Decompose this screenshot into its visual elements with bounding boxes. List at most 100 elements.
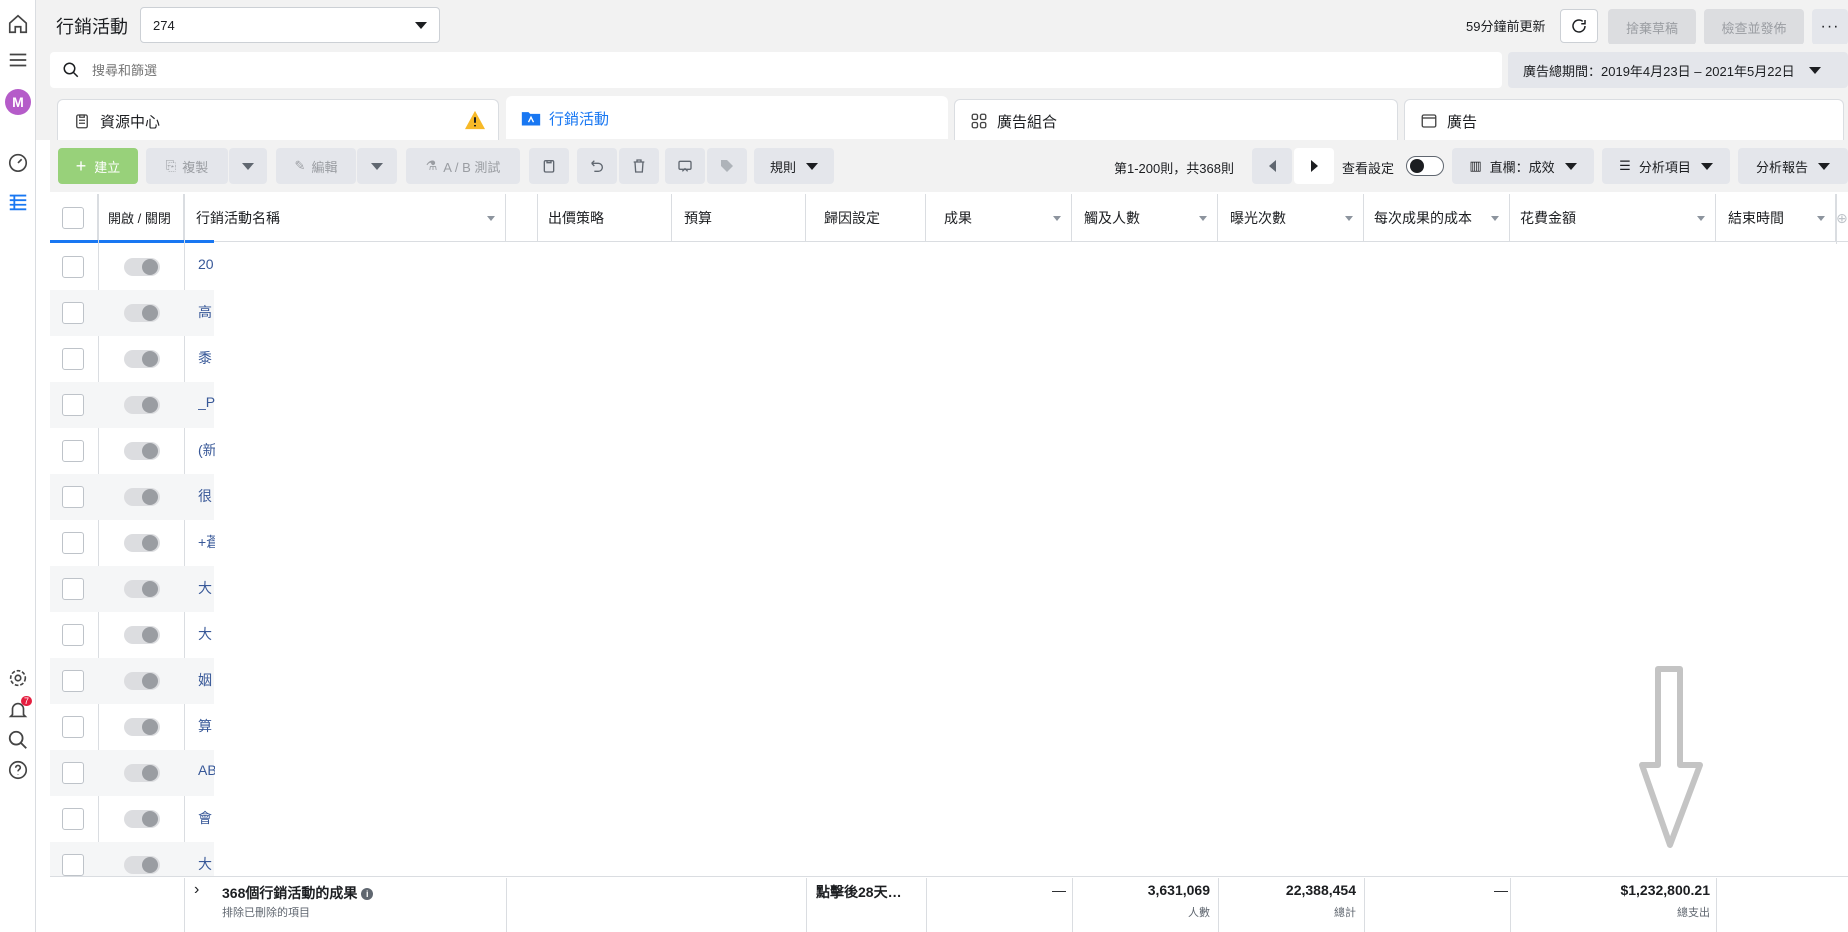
table-view-icon[interactable] bbox=[4, 188, 32, 216]
help-icon[interactable] bbox=[4, 756, 32, 784]
view-settings-toggle[interactable] bbox=[1406, 156, 1444, 176]
move-button[interactable] bbox=[665, 148, 705, 184]
edit-dropdown-button[interactable] bbox=[357, 148, 397, 184]
row-checkbox[interactable] bbox=[62, 854, 84, 876]
column-header-cost-per-result[interactable]: 每次成果的成本 bbox=[1364, 194, 1510, 242]
campaign-name-link[interactable]: 會 bbox=[198, 808, 216, 828]
column-header-impressions[interactable]: 曝光次數 bbox=[1218, 194, 1364, 242]
row-checkbox[interactable] bbox=[62, 348, 84, 370]
warning-icon[interactable] bbox=[464, 110, 486, 134]
row-toggle[interactable] bbox=[124, 488, 160, 506]
tag-button[interactable] bbox=[707, 148, 747, 184]
columns-button[interactable]: ▥ 直欄：成效 bbox=[1452, 148, 1594, 184]
row-checkbox[interactable] bbox=[62, 762, 84, 784]
add-column-icon[interactable]: ⊕ bbox=[1836, 194, 1848, 242]
column-header-reach[interactable]: 觸及人數 bbox=[1072, 194, 1218, 242]
search-input[interactable] bbox=[92, 62, 1292, 78]
row-checkbox[interactable] bbox=[62, 578, 84, 600]
row-checkbox[interactable] bbox=[62, 670, 84, 692]
tab-resource-center[interactable]: 資源中心 bbox=[57, 99, 499, 142]
reports-button[interactable]: 分析報告 bbox=[1738, 148, 1848, 184]
row-checkbox[interactable] bbox=[62, 808, 84, 830]
breakdown-button[interactable]: ☰ 分析項目 bbox=[1602, 148, 1730, 184]
row-toggle[interactable] bbox=[124, 672, 160, 690]
search-rail-icon[interactable] bbox=[4, 726, 32, 754]
row-checkbox[interactable] bbox=[62, 394, 84, 416]
info-icon[interactable]: i bbox=[361, 888, 374, 901]
row-toggle[interactable] bbox=[124, 396, 160, 414]
campaign-name-link[interactable]: 很 bbox=[198, 486, 216, 506]
next-page-button[interactable] bbox=[1294, 148, 1334, 184]
campaign-name-link[interactable]: 大 bbox=[198, 854, 216, 874]
campaign-name-link[interactable]: 黍 bbox=[198, 348, 216, 368]
left-rail: M 7 bbox=[0, 0, 36, 932]
column-header-end-time[interactable]: 結束時間 bbox=[1716, 194, 1836, 242]
delete-button[interactable] bbox=[619, 148, 659, 184]
row-toggle[interactable] bbox=[124, 856, 160, 874]
row-toggle[interactable] bbox=[124, 534, 160, 552]
date-range-picker[interactable]: 廣告總期間：2019年4月23日 – 2021年5月22日 bbox=[1508, 52, 1848, 88]
chevron-down-icon bbox=[806, 162, 818, 170]
account-select[interactable]: 274 bbox=[140, 7, 440, 43]
duplicate-button[interactable]: ⎘ 複製 bbox=[146, 148, 228, 184]
more-options-button[interactable]: ··· bbox=[1812, 9, 1848, 45]
column-header-toggle[interactable]: 開啟 / 關閉 bbox=[98, 194, 184, 242]
settings-icon[interactable] bbox=[4, 664, 32, 692]
select-all-checkbox[interactable] bbox=[62, 207, 84, 229]
campaign-name-link[interactable]: 20 bbox=[198, 256, 216, 272]
column-header-budget[interactable]: 預算 bbox=[672, 194, 806, 242]
avatar[interactable]: M bbox=[4, 88, 32, 116]
menu-icon[interactable] bbox=[4, 46, 32, 74]
campaign-name-link[interactable]: 大 bbox=[198, 624, 216, 644]
row-checkbox[interactable] bbox=[62, 624, 84, 646]
search-box[interactable] bbox=[50, 52, 1502, 88]
tab-ad-sets[interactable]: 廣告組合 bbox=[954, 99, 1398, 142]
row-toggle[interactable] bbox=[124, 442, 160, 460]
campaign-name-link[interactable]: 姻 bbox=[198, 670, 216, 690]
row-toggle[interactable] bbox=[124, 304, 160, 322]
row-toggle[interactable] bbox=[124, 764, 160, 782]
previous-page-button[interactable] bbox=[1252, 148, 1292, 184]
row-checkbox[interactable] bbox=[62, 716, 84, 738]
refresh-button[interactable] bbox=[1560, 9, 1598, 43]
row-toggle[interactable] bbox=[124, 626, 160, 644]
duplicate-dropdown-button[interactable] bbox=[229, 148, 267, 184]
edit-button[interactable]: ✎ 編輯 bbox=[276, 148, 356, 184]
row-checkbox[interactable] bbox=[62, 486, 84, 508]
row-toggle[interactable] bbox=[124, 718, 160, 736]
tab-ads[interactable]: 廣告 bbox=[1404, 99, 1844, 142]
campaign-name-link[interactable]: (新 bbox=[198, 440, 216, 460]
column-header-amount-spent[interactable]: 花費金額 bbox=[1510, 194, 1716, 242]
row-checkbox[interactable] bbox=[62, 302, 84, 324]
row-checkbox[interactable] bbox=[62, 256, 84, 278]
expand-chevron-icon[interactable]: › bbox=[194, 881, 199, 899]
home-icon[interactable] bbox=[4, 10, 32, 38]
discard-draft-button[interactable]: 捨棄草稿 bbox=[1608, 9, 1696, 45]
ab-test-button[interactable]: ⚗ A / B 測試 bbox=[406, 148, 520, 184]
column-header-results[interactable]: 成果 bbox=[926, 194, 1072, 242]
paste-button[interactable] bbox=[529, 148, 569, 184]
row-checkbox[interactable] bbox=[62, 440, 84, 462]
dashboard-icon[interactable] bbox=[4, 148, 32, 176]
campaign-name-link[interactable]: 算 bbox=[198, 716, 216, 736]
row-toggle[interactable] bbox=[124, 258, 160, 276]
tab-campaigns[interactable]: 行銷活動 bbox=[506, 96, 948, 139]
review-publish-button[interactable]: 檢查並發佈 bbox=[1704, 9, 1804, 45]
create-button[interactable]: + 建立 bbox=[58, 148, 138, 184]
column-header-campaign-name[interactable]: 行銷活動名稱 bbox=[184, 194, 506, 242]
column-header-bid-strategy[interactable]: 出價策略 bbox=[538, 194, 672, 242]
campaign-name-link[interactable]: 大 bbox=[198, 578, 216, 598]
column-header-attribution[interactable]: 歸因設定 bbox=[806, 194, 926, 242]
campaign-name-link[interactable]: +蒼 bbox=[198, 532, 216, 552]
row-toggle[interactable] bbox=[124, 350, 160, 368]
copy-icon: ⎘ bbox=[165, 158, 177, 173]
row-toggle[interactable] bbox=[124, 580, 160, 598]
row-checkbox[interactable] bbox=[62, 532, 84, 554]
campaign-name-link[interactable]: AB bbox=[198, 762, 216, 778]
rules-button[interactable]: 規則 bbox=[754, 148, 834, 184]
campaign-name-link[interactable]: _Pe bbox=[198, 394, 216, 410]
notifications-icon[interactable]: 7 bbox=[4, 696, 32, 724]
campaign-name-link[interactable]: 高 bbox=[198, 302, 216, 322]
row-toggle[interactable] bbox=[124, 810, 160, 828]
undo-button[interactable] bbox=[577, 148, 617, 184]
